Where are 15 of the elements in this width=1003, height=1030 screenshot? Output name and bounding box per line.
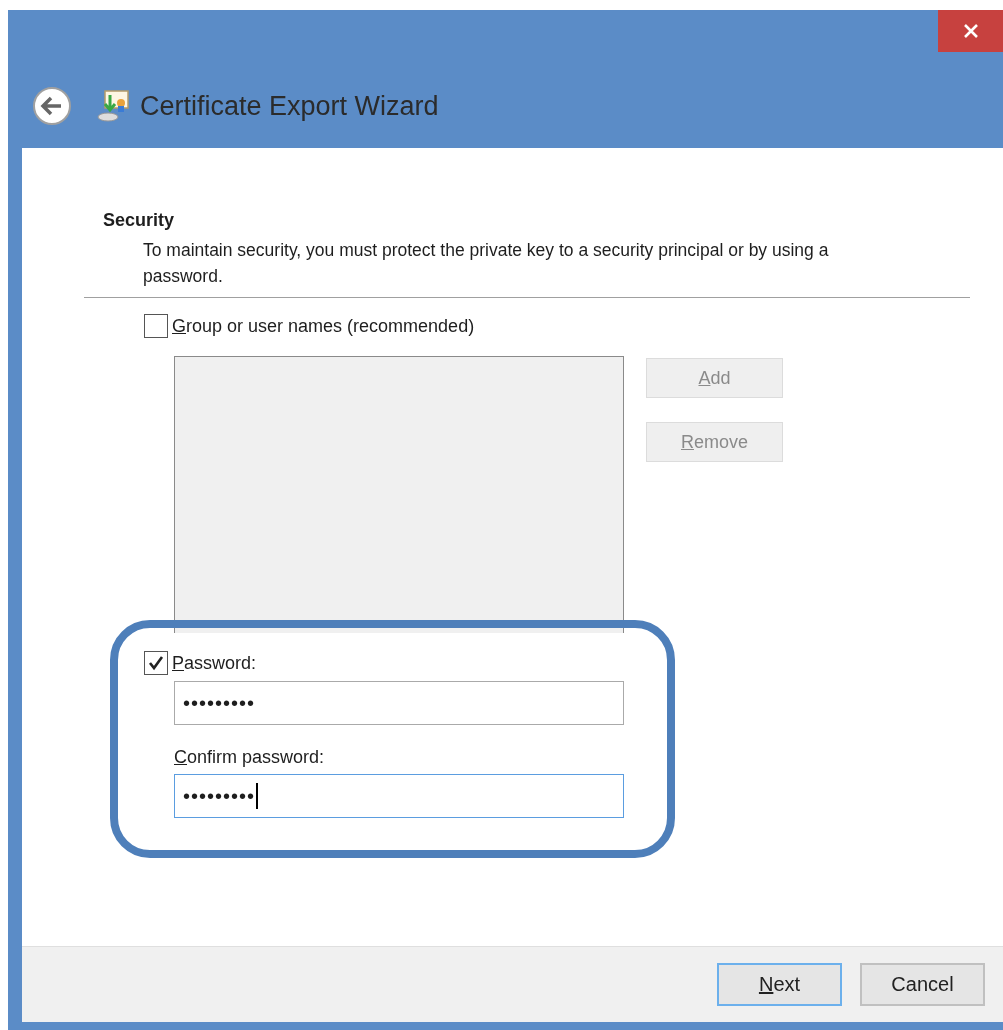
confirm-password-label: Confirm password: [174,747,325,768]
section-heading: Security [103,210,176,231]
back-button[interactable] [32,86,72,126]
cancel-button[interactable]: Cancel [860,963,985,1006]
window-title: Certificate Export Wizard [140,90,439,122]
group-names-checkbox[interactable]: Group or user names (recommended) [144,314,475,338]
close-button[interactable] [938,10,1003,52]
close-icon [961,22,980,40]
next-button[interactable]: Next [717,963,842,1006]
user-list-box[interactable] [174,356,624,633]
certificate-icon [96,89,130,123]
password-checkbox[interactable]: Password: [144,651,257,675]
section-description: To maintain security, you must protect the private key to a security principal or by using a password. [143,239,830,288]
confirm-password-field[interactable]: ••••••••• [174,774,624,818]
password-field[interactable]: ••••••••• [174,681,624,725]
